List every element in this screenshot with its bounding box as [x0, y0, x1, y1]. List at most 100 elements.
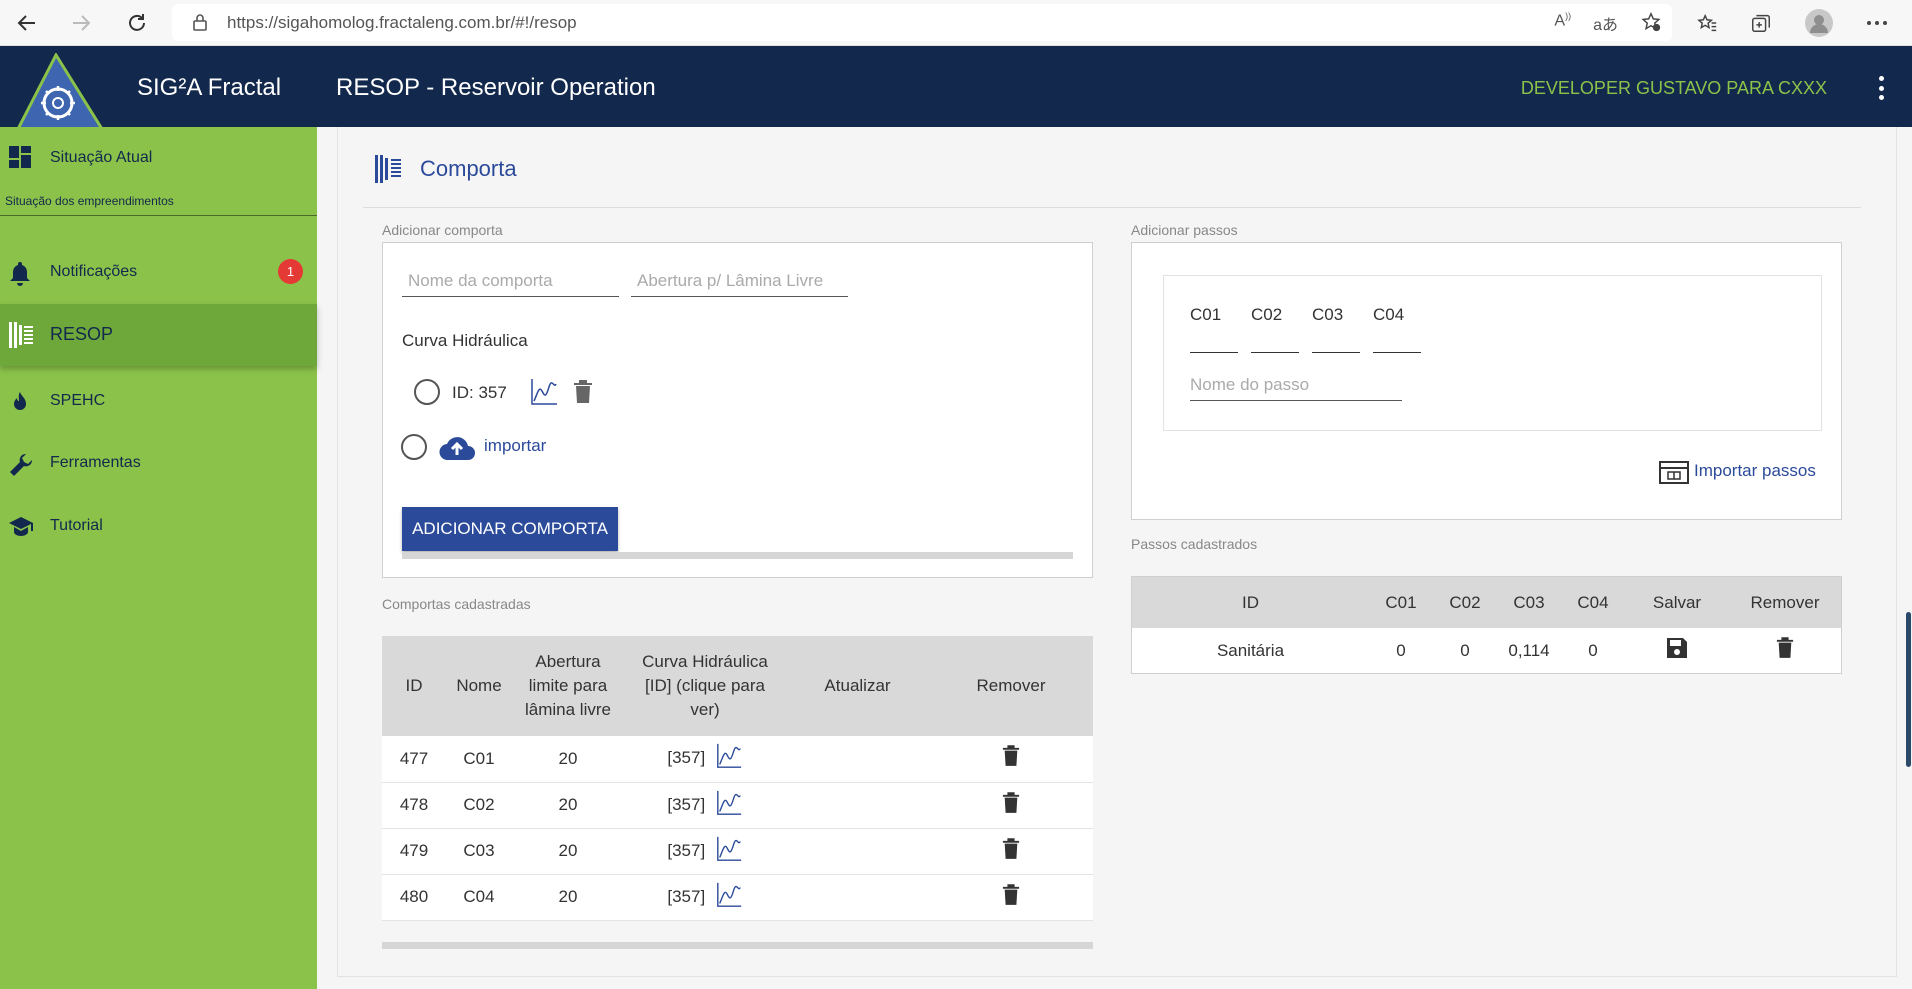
favorite-add-icon[interactable] — [1640, 11, 1662, 38]
sidebar-item-notificacoes[interactable]: Notificações 1 — [0, 252, 317, 292]
sidebar-divider — [0, 215, 317, 216]
steps-input-box — [1163, 275, 1822, 431]
url-text: https://sigahomolog.fractaleng.com.br/#!… — [227, 13, 577, 32]
table-row: 478 C02 20 [357] — [382, 782, 1093, 829]
cell-name: C03 — [446, 828, 512, 875]
sidebar-item-tutorial[interactable]: Tutorial — [0, 509, 317, 545]
trash-icon[interactable] — [1002, 883, 1020, 911]
add-gate-button[interactable]: ADICIONAR COMPORTA — [402, 507, 618, 551]
back-icon[interactable] — [12, 8, 42, 38]
cell-curve[interactable]: [357] — [624, 828, 786, 875]
col-header: Atualizar — [786, 636, 929, 736]
cell-curve[interactable]: [357] — [624, 736, 786, 783]
horizontal-scrollbar[interactable] — [382, 942, 1093, 949]
chart-line-icon[interactable] — [715, 789, 743, 822]
user-name[interactable]: DEVELOPER GUSTAVO PARA CXXX — [1521, 78, 1827, 99]
trash-icon[interactable] — [1002, 745, 1020, 772]
step-col-input[interactable] — [1373, 352, 1421, 353]
step-col-label: C01 — [1190, 305, 1222, 324]
cell-id: 477 — [382, 736, 446, 783]
step-name-input[interactable] — [1190, 369, 1402, 401]
address-bar[interactable]: https://sigahomolog.fractaleng.com.br/#!… — [172, 4, 1672, 41]
app-menu-icon[interactable] — [1876, 76, 1886, 100]
page-scrollbar[interactable] — [1906, 612, 1911, 767]
cell-c01: 0 — [1369, 628, 1433, 673]
cell-update — [786, 782, 929, 829]
table-row: 480 C04 20 [357] — [382, 874, 1093, 921]
chart-line-icon[interactable] — [715, 881, 743, 914]
gate-name-input[interactable] — [402, 265, 619, 297]
sidebar-item-situacao-atual[interactable]: Situação Atual — [0, 140, 317, 176]
cell-remove[interactable] — [1729, 628, 1841, 673]
cell-name: C02 — [446, 782, 512, 829]
translate-icon[interactable]: aあ — [1593, 11, 1618, 38]
bell-icon — [8, 260, 34, 286]
table-row: 479 C03 20 [357] — [382, 828, 1093, 875]
sidebar-caption: Situação dos empreendimentos — [5, 194, 174, 208]
sidebar-item-label: Tutorial — [50, 517, 103, 534]
cell-curve[interactable]: [357] — [624, 782, 786, 829]
browser-menu-icon[interactable] — [1862, 8, 1892, 38]
sidebar-item-resop[interactable]: RESOP — [0, 304, 317, 366]
wrench-icon — [8, 452, 34, 478]
chart-line-icon[interactable] — [715, 835, 743, 868]
gates-table-label: Comportas cadastradas — [382, 596, 531, 612]
save-icon[interactable] — [1666, 637, 1688, 664]
sidebar-item-ferramentas[interactable]: Ferramentas — [0, 446, 317, 482]
cell-remove[interactable] — [929, 828, 1093, 875]
trash-icon[interactable] — [1776, 637, 1794, 664]
col-header: ID — [1132, 577, 1369, 628]
import-link[interactable]: importar — [484, 436, 546, 456]
col-header: C02 — [1433, 577, 1497, 628]
col-header: Abertura limite para lâmina livre — [512, 636, 624, 736]
cell-id: 480 — [382, 874, 446, 921]
step-col-input[interactable] — [1251, 352, 1299, 353]
gate-icon — [374, 153, 402, 190]
cell-id: 478 — [382, 782, 446, 829]
curve-ref: [357] — [667, 794, 706, 814]
school-icon — [8, 515, 34, 541]
browser-toolbar: https://sigahomolog.fractaleng.com.br/#!… — [0, 0, 1912, 46]
section-divider — [363, 207, 1861, 208]
favorites-icon[interactable] — [1692, 8, 1722, 38]
cloud-upload-icon[interactable] — [438, 432, 476, 467]
trash-icon[interactable] — [1002, 791, 1020, 819]
col-header: Remover — [1729, 577, 1841, 628]
col-header: C03 — [1497, 577, 1561, 628]
curve-id-label: ID: 357 — [452, 383, 507, 402]
step-col-input[interactable] — [1190, 352, 1238, 353]
step-col-label: C04 — [1373, 305, 1405, 324]
sidebar-item-spehc[interactable]: SPEHC — [0, 384, 317, 420]
curve-radio-357[interactable] — [414, 379, 440, 405]
trash-icon[interactable] — [573, 380, 593, 409]
trash-icon[interactable] — [1002, 837, 1020, 865]
lock-icon — [192, 13, 208, 36]
steps-table: ID C01 C02 C03 C04 Salvar Remover Sanitá… — [1132, 577, 1841, 673]
table-row: 477 C01 20 [357] — [382, 736, 1093, 783]
import-steps-link[interactable]: Importar passos — [1694, 461, 1816, 481]
add-gate-label: Adicionar comporta — [382, 222, 503, 238]
forward-icon[interactable] — [66, 8, 96, 38]
profile-avatar[interactable] — [1804, 8, 1834, 38]
collections-icon[interactable] — [1746, 8, 1776, 38]
cell-opening: 20 — [512, 828, 624, 875]
cell-update — [786, 736, 929, 783]
cell-remove[interactable] — [929, 874, 1093, 921]
cell-remove[interactable] — [929, 782, 1093, 829]
read-aloud-icon[interactable]: A)) — [1554, 11, 1571, 38]
cell-remove[interactable] — [929, 736, 1093, 783]
cell-c03: 0,114 — [1497, 628, 1561, 673]
gate-icon — [8, 321, 34, 348]
chart-line-icon[interactable] — [529, 377, 559, 412]
cell-curve[interactable]: [357] — [624, 874, 786, 921]
table-import-icon[interactable] — [1659, 459, 1689, 490]
fire-icon — [8, 390, 34, 416]
horizontal-scrollbar[interactable] — [402, 552, 1073, 559]
gate-opening-input[interactable] — [631, 265, 848, 297]
step-col-input[interactable] — [1312, 352, 1360, 353]
cell-save[interactable] — [1625, 628, 1729, 673]
reload-icon[interactable] — [122, 8, 152, 38]
import-radio[interactable] — [401, 434, 427, 460]
chart-line-icon[interactable] — [715, 742, 743, 775]
app-logo[interactable] — [15, 51, 108, 133]
